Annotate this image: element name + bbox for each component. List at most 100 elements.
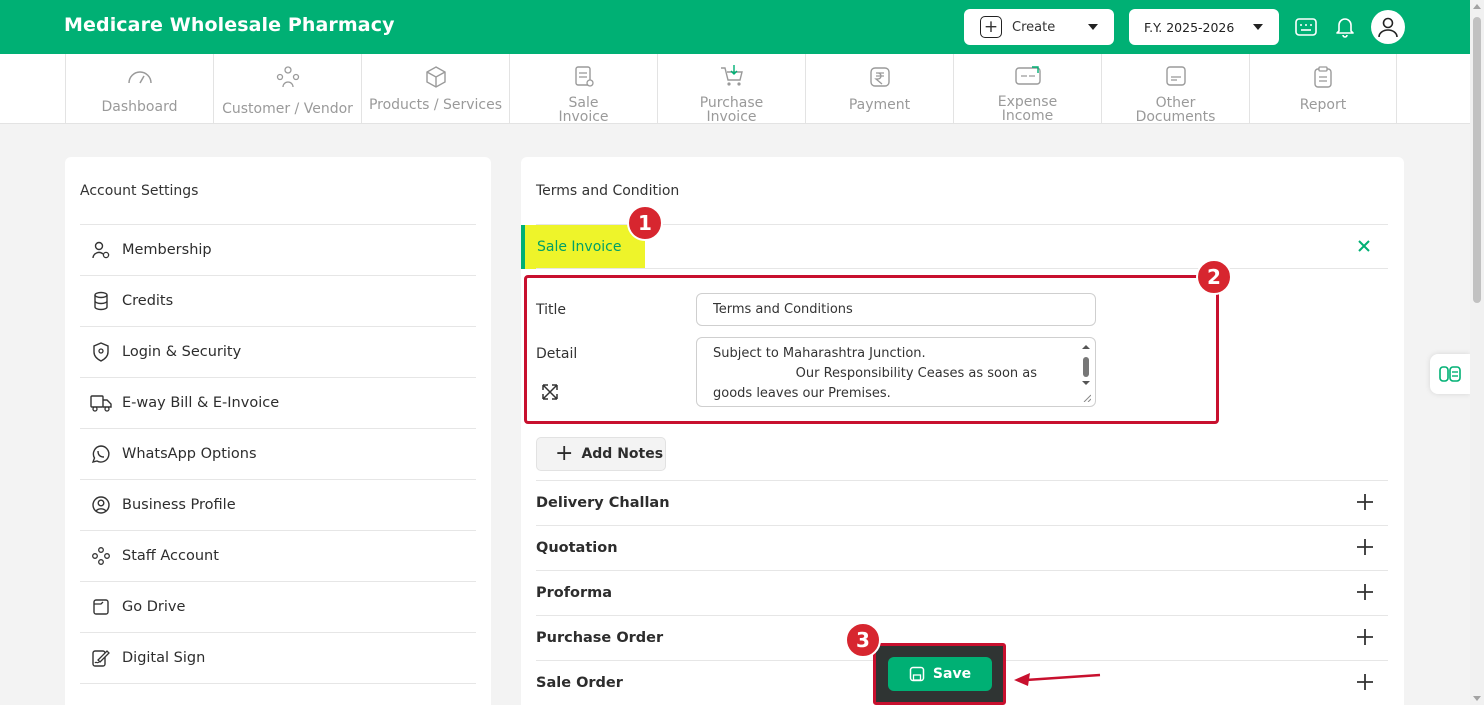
detail-textarea[interactable]: Subject to Maharashtra Junction. Our Res…	[696, 337, 1096, 407]
users-icon	[275, 64, 301, 90]
speedometer-icon	[127, 64, 153, 90]
bell-icon[interactable]	[1333, 15, 1357, 39]
scroll-down-icon[interactable]	[1473, 696, 1481, 701]
terms-panel: Terms and Condition Sale Invoice Title D…	[521, 157, 1404, 705]
add-notes-button[interactable]: + Add Notes	[536, 437, 666, 471]
menu-item-eway-bill[interactable]: E-way Bill & E-Invoice	[80, 377, 476, 428]
close-icon[interactable]	[1354, 236, 1374, 256]
menu-item-more[interactable]	[80, 683, 476, 705]
annotation-arrow-icon	[1014, 673, 1101, 686]
tab-label: Sale Invoice	[537, 239, 622, 255]
scroll-thumb[interactable]	[1473, 17, 1481, 303]
feedback-icon	[1439, 366, 1461, 382]
menu-label: Staff Account	[122, 548, 219, 564]
divider	[536, 224, 1388, 225]
section-label: Purchase Order	[536, 630, 664, 646]
nav-expense-income[interactable]: Expense Income	[953, 54, 1101, 123]
menu-label: Login & Security	[122, 344, 242, 360]
chevron-down-icon	[1088, 24, 1098, 30]
annotation-badge-2: 2	[1196, 259, 1232, 295]
add-notes-label: Add Notes	[581, 446, 664, 462]
whatsapp-icon	[90, 443, 112, 465]
save-icon	[909, 666, 925, 682]
cart-icon	[719, 64, 745, 88]
nav-other-documents[interactable]: Other Documents	[1101, 54, 1249, 125]
document-icon	[1164, 64, 1188, 88]
detail-text: Subject to Maharashtra Junction. Our Res…	[713, 346, 1038, 401]
nav-label: Expense Income	[997, 94, 1058, 124]
plus-icon: +	[555, 441, 574, 466]
section-label: Delivery Challan	[536, 495, 670, 511]
scroll-up-icon[interactable]	[1473, 4, 1481, 9]
section-proforma[interactable]: Proforma	[536, 570, 1388, 615]
menu-label: Membership	[122, 242, 212, 258]
clipboard-icon	[1311, 64, 1335, 90]
menu-item-digital-sign[interactable]: Digital Sign	[80, 632, 476, 683]
shield-icon	[90, 341, 112, 363]
annotation-badge-1: 1	[627, 205, 663, 241]
menu-label: WhatsApp Options	[122, 446, 257, 462]
profile-icon	[90, 494, 112, 516]
menu-label: Digital Sign	[122, 650, 206, 666]
user-avatar-icon[interactable]	[1371, 10, 1405, 44]
plus-icon	[1356, 493, 1374, 511]
floating-chat-button[interactable]	[1430, 354, 1470, 394]
keyboard-icon[interactable]	[1294, 15, 1318, 39]
nav-sale-invoice[interactable]: Sale Invoice	[509, 54, 657, 125]
expand-icon[interactable]	[541, 383, 561, 403]
section-label: Quotation	[536, 540, 618, 556]
nav-dashboard[interactable]: Dashboard	[65, 54, 213, 123]
nav-label: Sale Invoice	[558, 95, 609, 125]
menu-label: E-way Bill & E-Invoice	[122, 395, 280, 411]
account-settings-panel: Account Settings Membership Credits Logi…	[65, 157, 491, 705]
create-dropdown[interactable]: + Create	[964, 9, 1114, 45]
account-settings-menu: Membership Credits Login & Security E-wa…	[80, 224, 476, 705]
wallet-icon	[1014, 64, 1042, 87]
save-button[interactable]: Save	[888, 657, 992, 691]
menu-item-business-profile[interactable]: Business Profile	[80, 479, 476, 530]
nav-label: Purchase Invoice	[699, 95, 764, 125]
section-quotation[interactable]: Quotation	[536, 525, 1388, 570]
fy-label: F.Y. 2025-2026	[1144, 19, 1235, 35]
title-input[interactable]	[696, 293, 1096, 326]
chevron-down-icon	[1253, 24, 1263, 30]
nav-label: Payment	[848, 97, 911, 113]
page-scrollbar[interactable]	[1470, 0, 1484, 705]
detail-label: Detail	[536, 346, 578, 362]
main-nav: Dashboard Customer / Vendor Products / S…	[0, 54, 1470, 124]
nav-purchase-invoice[interactable]: Purchase Invoice	[657, 54, 805, 125]
nav-label: Products / Services	[368, 97, 503, 113]
menu-item-staff-account[interactable]: Staff Account	[80, 530, 476, 581]
nav-report[interactable]: Report	[1249, 54, 1397, 123]
box-icon	[424, 64, 448, 90]
drive-icon	[90, 596, 112, 618]
menu-label: Go Drive	[122, 599, 186, 615]
nav-customer-vendor[interactable]: Customer / Vendor	[213, 54, 361, 123]
menu-item-whatsapp[interactable]: WhatsApp Options	[80, 428, 476, 479]
plus-icon	[1356, 538, 1374, 556]
truck-icon	[90, 392, 112, 414]
plus-icon	[1356, 673, 1374, 691]
annotation-badge-3: 3	[845, 622, 881, 658]
nav-payment[interactable]: Payment	[805, 54, 953, 123]
title-label: Title	[536, 302, 567, 318]
section-label: Sale Order	[536, 675, 623, 691]
nav-label: Report	[1299, 97, 1347, 113]
account-settings-title: Account Settings	[80, 183, 199, 199]
menu-item-membership[interactable]: Membership	[80, 224, 476, 275]
nav-label: Other Documents	[1135, 95, 1216, 125]
tab-sale-invoice[interactable]: Sale Invoice	[521, 225, 645, 269]
menu-item-login-security[interactable]: Login & Security	[80, 326, 476, 377]
menu-item-go-drive[interactable]: Go Drive	[80, 581, 476, 632]
brand-title[interactable]: Medicare Wholesale Pharmacy	[64, 14, 395, 36]
textarea-scrollbar[interactable]	[1081, 342, 1092, 403]
rupee-icon	[868, 64, 892, 90]
plus-icon	[1356, 628, 1374, 646]
nav-products-services[interactable]: Products / Services	[361, 54, 509, 123]
menu-item-credits[interactable]: Credits	[80, 275, 476, 326]
section-delivery-challan[interactable]: Delivery Challan	[536, 480, 1388, 525]
financial-year-dropdown[interactable]: F.Y. 2025-2026	[1129, 9, 1279, 45]
sign-icon	[90, 647, 112, 669]
divider	[536, 268, 1388, 269]
top-bar: Medicare Wholesale Pharmacy + Create F.Y…	[0, 0, 1470, 54]
